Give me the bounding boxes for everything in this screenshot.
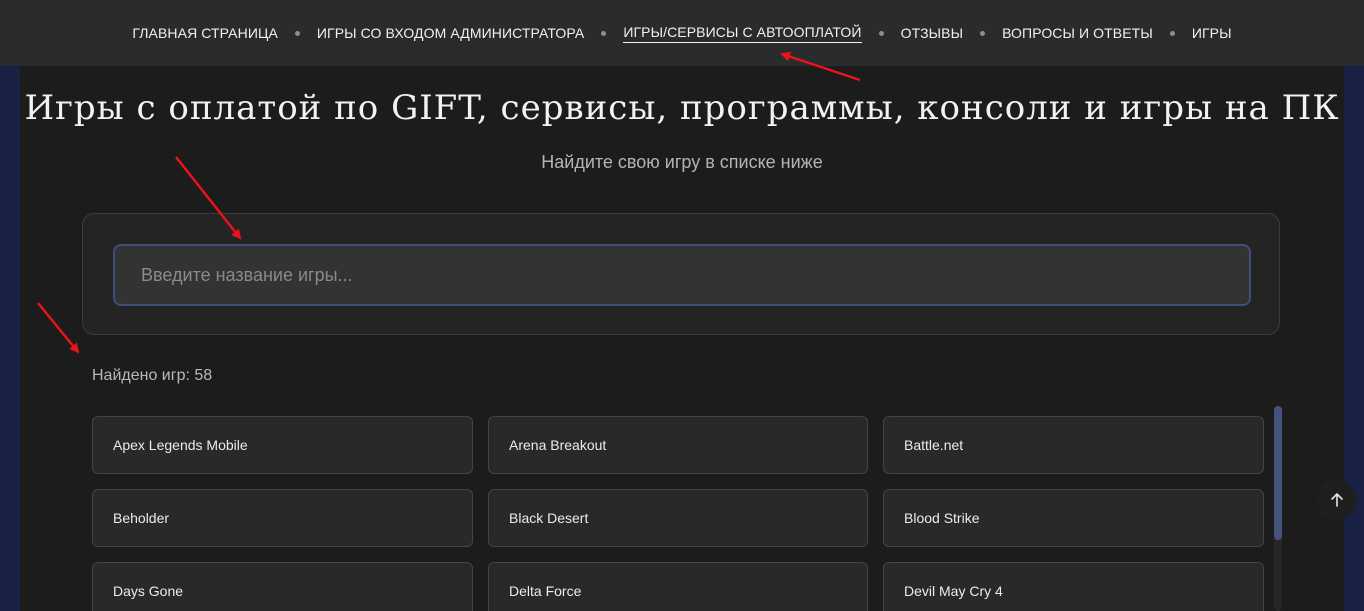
page: ГЛАВНАЯ СТРАНИЦА ИГРЫ СО ВХОДОМ АДМИНИСТ… [0, 0, 1364, 611]
game-card[interactable]: Blood Strike [883, 489, 1264, 547]
nav-separator-dot [601, 30, 607, 36]
scrollbar-thumb[interactable] [1274, 406, 1282, 540]
search-input[interactable] [113, 244, 1251, 306]
search-card [82, 213, 1280, 335]
nav-separator-dot [980, 30, 986, 36]
arrow-up-icon [1331, 493, 1343, 507]
nav-home[interactable]: ГЛАВНАЯ СТРАНИЦА [132, 25, 278, 41]
nav-autopay-games[interactable]: ИГРЫ/СЕРВИСЫ С АВТООПЛАТОЙ [623, 24, 862, 43]
nav-faq[interactable]: ВОПРОСЫ И ОТВЕТЫ [1002, 25, 1153, 41]
games-list-scrollbar[interactable] [1274, 406, 1282, 611]
nav-reviews[interactable]: ОТЗЫВЫ [901, 25, 963, 41]
main-nav: ГЛАВНАЯ СТРАНИЦА ИГРЫ СО ВХОДОМ АДМИНИСТ… [132, 24, 1232, 43]
nav-admin-login-games[interactable]: ИГРЫ СО ВХОДОМ АДМИНИСТРАТОРА [317, 25, 584, 41]
main-panel: Игры с оплатой по GIFT, сервисы, програм… [20, 66, 1344, 611]
game-card[interactable]: Days Gone [92, 562, 473, 611]
nav-separator-dot [878, 30, 884, 36]
results-count: Найдено игр: 58 [92, 367, 213, 384]
nav-games[interactable]: ИГРЫ [1192, 25, 1232, 41]
game-card[interactable]: Apex Legends Mobile [92, 416, 473, 474]
page-title: Игры с оплатой по GIFT, сервисы, програм… [24, 88, 1340, 128]
game-card[interactable]: Battle.net [883, 416, 1264, 474]
top-navigation-bar: ГЛАВНАЯ СТРАНИЦА ИГРЫ СО ВХОДОМ АДМИНИСТ… [0, 0, 1364, 66]
game-card[interactable]: Beholder [92, 489, 473, 547]
scroll-to-top-button[interactable] [1317, 480, 1357, 520]
games-grid: Apex Legends Mobile Arena Breakout Battl… [92, 416, 1264, 611]
game-card[interactable]: Arena Breakout [488, 416, 868, 474]
nav-separator-dot [294, 30, 300, 36]
game-card[interactable]: Delta Force [488, 562, 868, 611]
game-card[interactable]: Black Desert [488, 489, 868, 547]
game-card[interactable]: Devil May Cry 4 [883, 562, 1264, 611]
nav-separator-dot [1169, 30, 1175, 36]
page-subtitle: Найдите свою игру в списке ниже [541, 152, 823, 172]
